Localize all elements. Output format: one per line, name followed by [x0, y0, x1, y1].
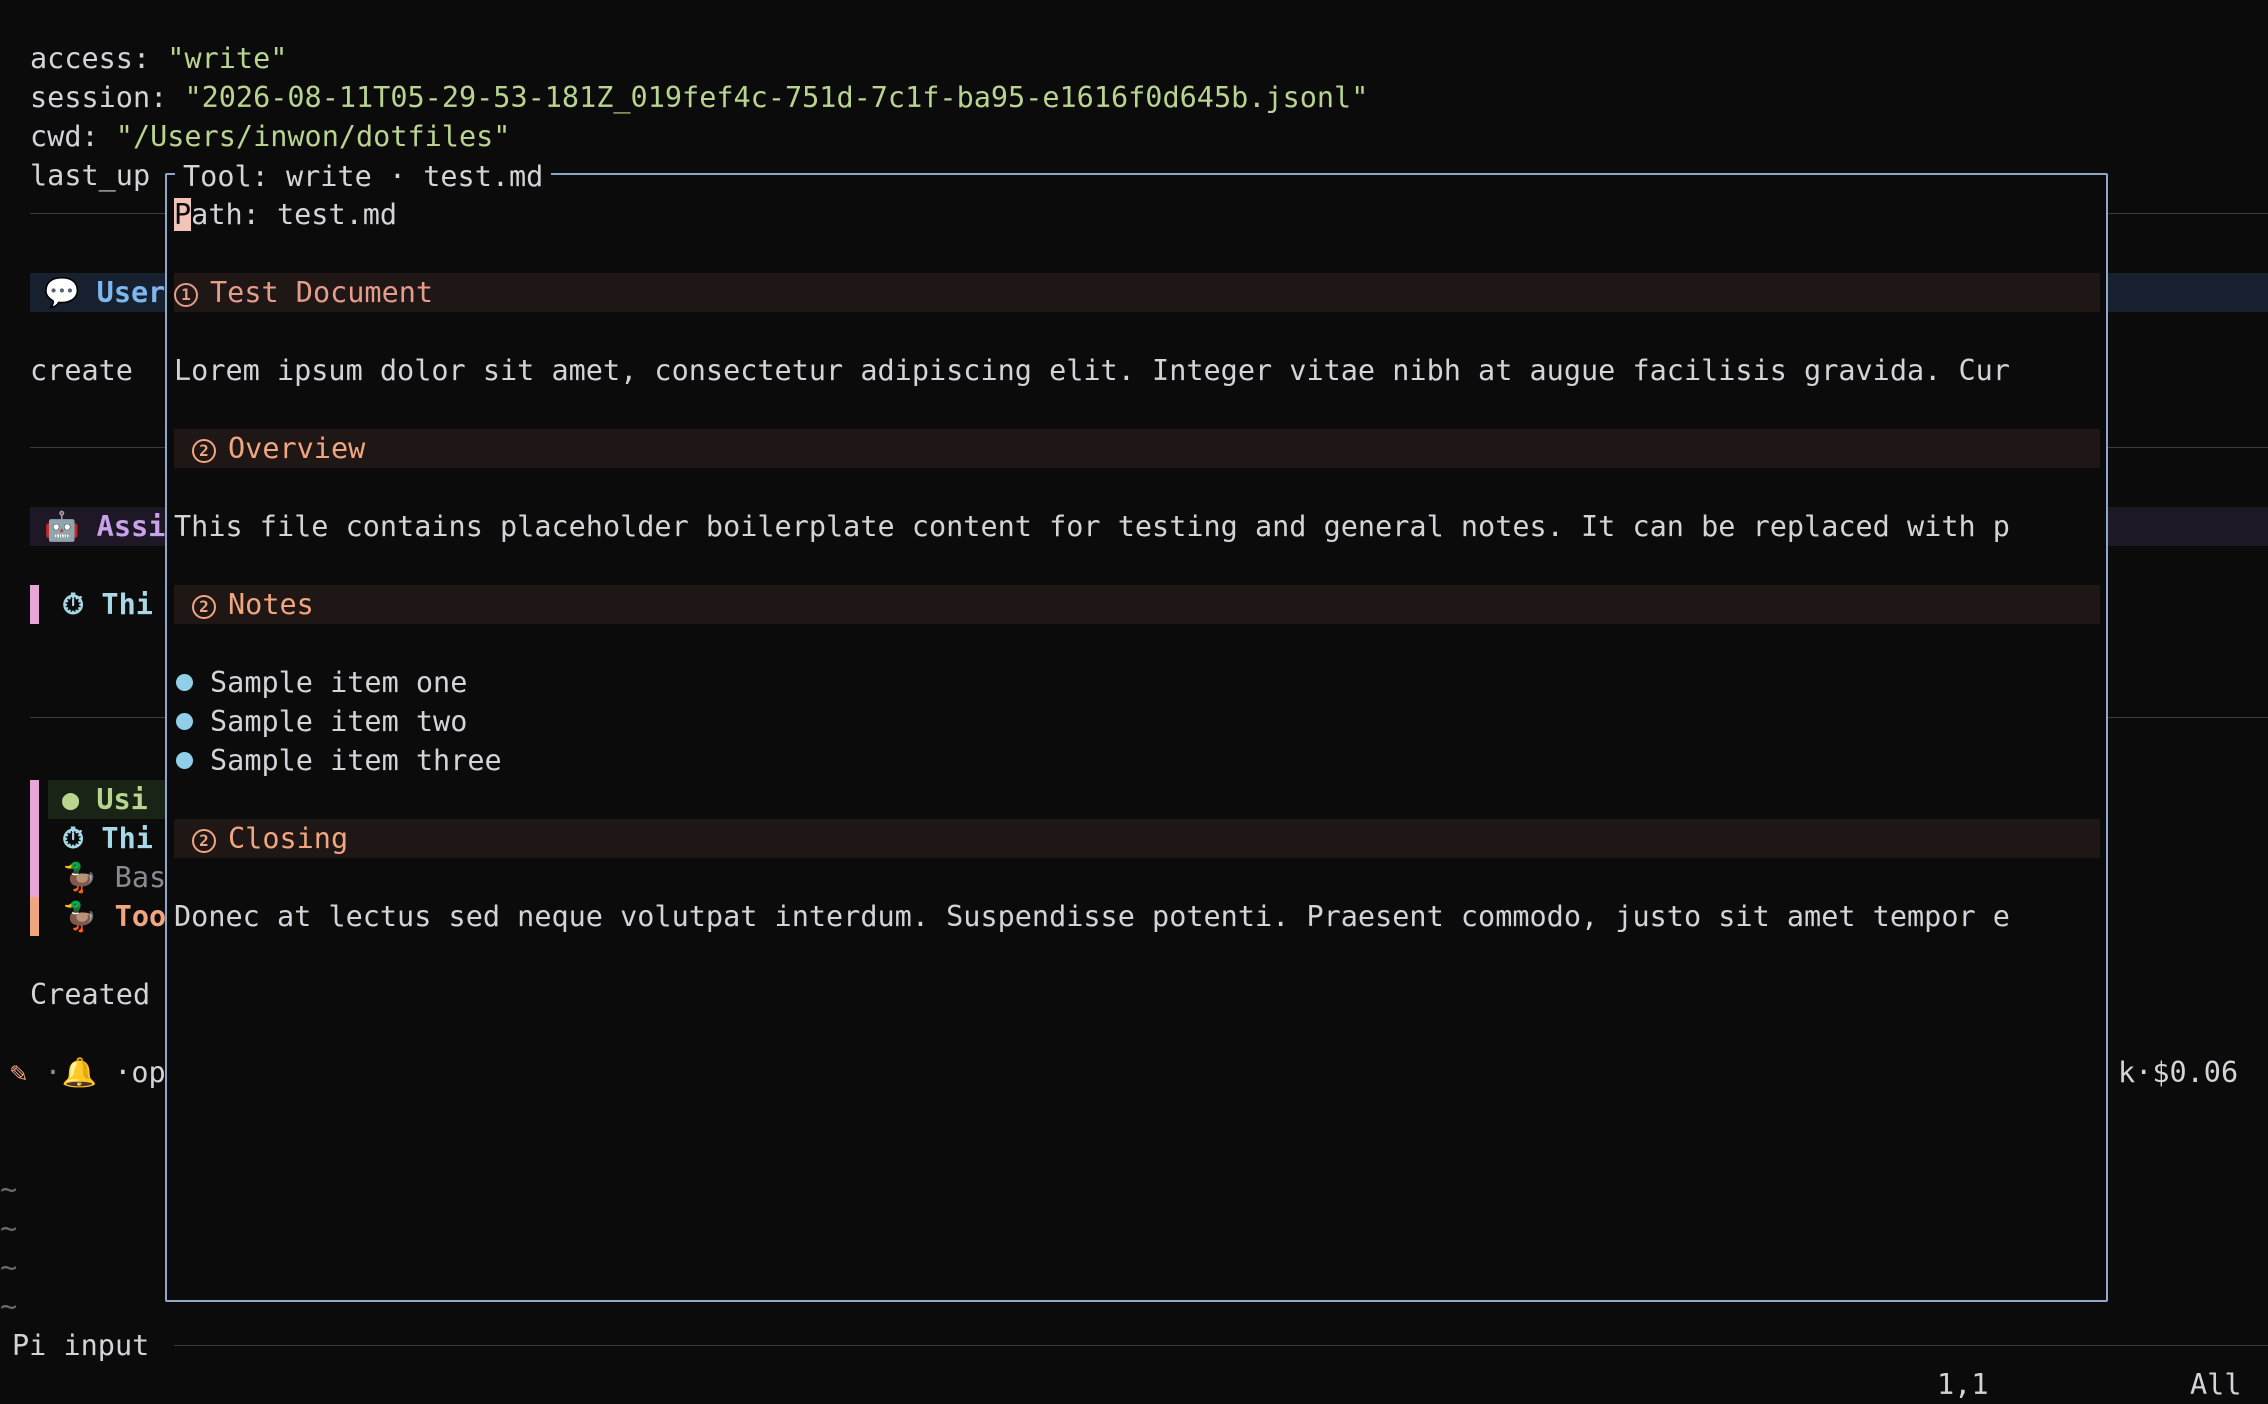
scroll-indicator: All: [2190, 1368, 2242, 1401]
last-updated-line: last_up: [30, 159, 151, 192]
heading-closing: 2 Closing: [174, 819, 2118, 858]
stopwatch-icon: ⏱: [62, 822, 85, 855]
chat-bubble-icon: 💬: [44, 276, 80, 309]
thinking-item[interactable]: ⏱ Thi: [62, 585, 153, 624]
bullet-icon: [176, 752, 193, 769]
heading-1: 1 Test Document: [174, 273, 2100, 312]
numbered-circle-icon: 2: [192, 595, 216, 619]
user-message-text: create: [30, 354, 133, 387]
tool-item[interactable]: 🦆 Too: [62, 897, 166, 936]
path-line: Path: test.md: [174, 198, 398, 231]
cwd-line: cwd: "/Users/inwon/dotfiles": [30, 120, 511, 153]
popup-title: Tool: write · test.md: [175, 157, 552, 196]
assistant-label: 🤖 Assi: [44, 510, 166, 543]
empty-line-marker: ~: [0, 1251, 18, 1284]
thinking-item-2[interactable]: ⏱ Thi: [62, 819, 153, 858]
list-item: Sample item one: [174, 663, 2100, 702]
user-label: 💬 User: [44, 276, 166, 309]
created-text: Created: [30, 978, 151, 1011]
statusline-divider: [174, 1345, 2268, 1346]
bullet-icon: [176, 713, 193, 730]
numbered-circle-icon: 1: [174, 283, 198, 307]
thinking-group-bar: [30, 780, 39, 897]
duck-icon: 🦆: [62, 861, 98, 894]
footer-left: ✎ ·🔔 ·op: [10, 1056, 166, 1089]
session-line: session: "2026-08-11T05-29-53-181Z_019fe…: [30, 81, 1369, 114]
empty-line-marker: ~: [0, 1290, 18, 1323]
list-item: Sample item two: [174, 702, 2100, 741]
heading-overview: 2 Overview: [174, 429, 2118, 468]
bullet-icon: [176, 674, 193, 691]
robot-icon: 🤖: [44, 510, 80, 543]
empty-line-marker: ~: [0, 1173, 18, 1206]
cursor: P: [174, 198, 192, 231]
stopwatch-icon: ⏱: [62, 588, 85, 621]
footer-cost: k·$0.06: [2118, 1056, 2239, 1089]
bomb-icon: ●: [62, 783, 80, 816]
using-item[interactable]: ● Usi: [62, 780, 148, 819]
heading-notes: 2 Notes: [174, 585, 2118, 624]
tool-bar: [30, 897, 39, 936]
numbered-circle-icon: 2: [192, 439, 216, 463]
bash-item[interactable]: 🦆 Bas: [62, 858, 166, 897]
bell-icon: 🔔: [61, 1056, 98, 1089]
list-item: Sample item three: [174, 741, 2100, 780]
duck-icon: 🦆: [62, 900, 98, 933]
access-line: access: "write": [30, 42, 288, 75]
cursor-position: 1,1: [1937, 1368, 1989, 1401]
paragraph-1: Lorem ipsum dolor sit amet, consectetur …: [174, 354, 2010, 387]
thinking-bar: [30, 585, 39, 624]
paragraph-3: Donec at lectus sed neque volutpat inter…: [174, 900, 2010, 933]
empty-line-marker: ~: [0, 1212, 18, 1245]
numbered-circle-icon: 2: [192, 829, 216, 853]
paragraph-2: This file contains placeholder boilerpla…: [174, 510, 2010, 543]
mode-label: Pi input: [12, 1329, 150, 1362]
edit-icon: ✎: [10, 1056, 28, 1089]
